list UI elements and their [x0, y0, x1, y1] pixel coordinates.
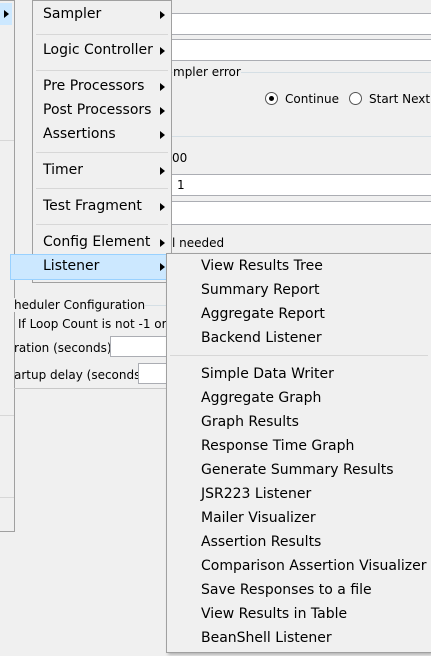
startup-delay-label: artup delay (seconds) [14, 368, 146, 382]
menu-item-listener-label: Listener [43, 258, 100, 274]
start-next-label: Start Next T [369, 92, 431, 106]
menu-separator [36, 224, 168, 225]
scheduler-config-label: heduler Configuration [14, 298, 146, 312]
menu-item-assertions-label: Assertions [43, 126, 116, 142]
menu-item-pre-processors-label: Pre Processors [43, 78, 145, 94]
menu-item-response-time-graph[interactable]: Response Time Graph [201, 438, 354, 454]
chevron-right-icon [160, 83, 165, 91]
chevron-right-icon [160, 107, 165, 115]
menu-item-view-results-in-table[interactable]: View Results in Table [201, 606, 347, 622]
chevron-right-icon [160, 47, 165, 55]
parent-submenu-arrow-icon [4, 10, 9, 18]
menu-separator [36, 70, 168, 71]
rampup-field[interactable] [171, 174, 431, 196]
menu-item-aggregate-graph[interactable]: Aggregate Graph [201, 390, 321, 406]
chevron-right-icon [160, 263, 165, 271]
continue-radio[interactable] [265, 92, 278, 105]
comments-field[interactable] [171, 39, 431, 61]
loop-count-field[interactable] [171, 201, 431, 225]
menu-item-config-element-label: Config Element [43, 234, 151, 250]
chevron-right-icon [160, 239, 165, 247]
menu-item-graph-results[interactable]: Graph Results [201, 414, 299, 430]
duration-field[interactable] [110, 336, 168, 357]
needed-label: l needed [172, 236, 225, 250]
chevron-right-icon [160, 167, 165, 175]
duration-label: ration (seconds) [14, 341, 112, 355]
parent-divider [0, 497, 14, 498]
startup-delay-field[interactable] [138, 363, 168, 384]
chevron-right-icon [160, 203, 165, 211]
menu-item-timer-label: Timer [43, 162, 84, 178]
menu-item-post-processors-label: Post Processors [43, 102, 152, 118]
parent-divider [0, 140, 14, 141]
continue-label: Continue [285, 92, 339, 106]
menu-item-aggregate-report[interactable]: Aggregate Report [201, 306, 325, 322]
menu-separator [36, 188, 168, 189]
thread-properties-group [171, 136, 431, 137]
menu-item-view-results-tree[interactable]: View Results Tree [201, 258, 323, 274]
parent-divider [0, 415, 14, 416]
menu-item-summary-report[interactable]: Summary Report [201, 282, 320, 298]
chevron-right-icon [160, 131, 165, 139]
name-field[interactable] [171, 13, 431, 35]
start-next-radio[interactable] [349, 92, 362, 105]
menu-item-test-fragment-label: Test Fragment [43, 198, 142, 214]
menu-item-logic-controller-label: Logic Controller [43, 42, 153, 58]
menu-item-sampler-label: Sampler [43, 6, 102, 22]
sampler-error-label: mpler error [173, 65, 241, 79]
menu-item-comparison-assertion-visualizer[interactable]: Comparison Assertion Visualizer [201, 558, 426, 574]
loop-count-note: If Loop Count is not -1 or [18, 317, 167, 331]
menu-item-simple-data-writer[interactable]: Simple Data Writer [201, 366, 334, 382]
chevron-right-icon [160, 11, 165, 19]
menu-item-generate-summary-results[interactable]: Generate Summary Results [201, 462, 394, 478]
menu-separator [170, 355, 428, 356]
panel-divider [14, 388, 167, 389]
menu-item-mailer-visualizer[interactable]: Mailer Visualizer [201, 510, 316, 526]
menu-separator [36, 152, 168, 153]
rampup-value: 1 [177, 178, 185, 192]
menu-item-backend-listener[interactable]: Backend Listener [201, 330, 322, 346]
menu-item-assertion-results[interactable]: Assertion Results [201, 534, 321, 550]
add-submenu-icon-gutter [33, 1, 34, 282]
menu-separator [36, 34, 168, 35]
menu-item-jsr223-listener[interactable]: JSR223 Listener [201, 486, 311, 502]
menu-item-save-responses-to-file[interactable]: Save Responses to a file [201, 582, 372, 598]
threads-value: 00 [172, 151, 188, 165]
menu-item-beanshell-listener[interactable]: BeanShell Listener [201, 630, 332, 646]
